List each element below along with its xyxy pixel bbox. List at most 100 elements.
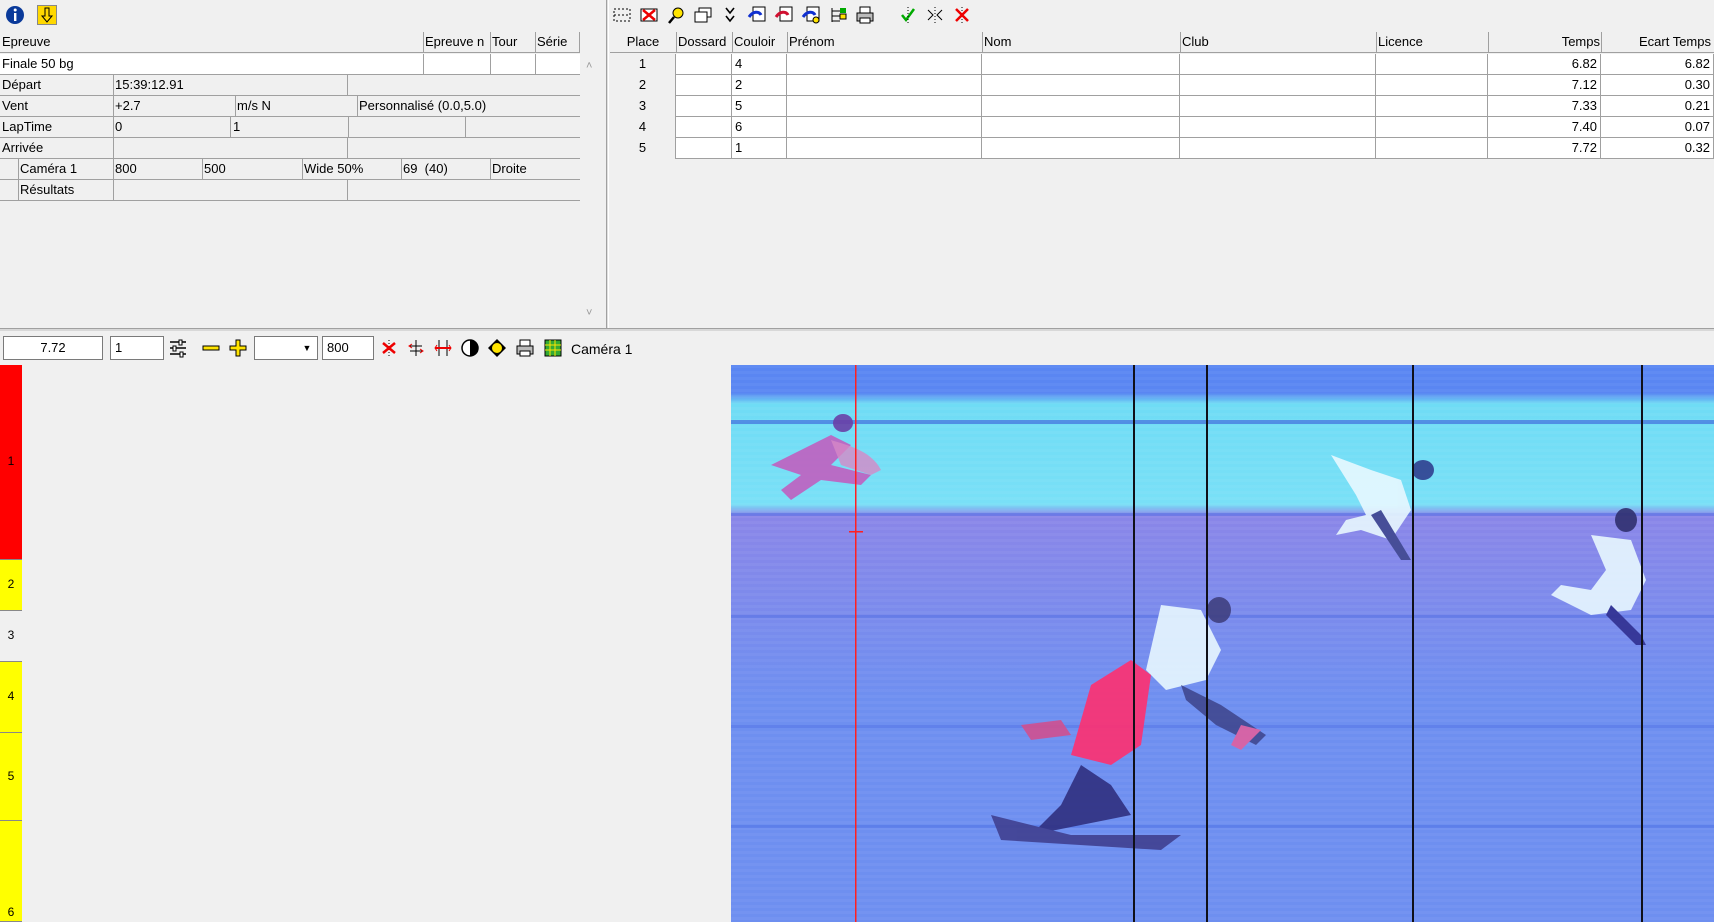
camera-row-label[interactable]: Caméra 1 [20, 161, 77, 176]
grid-table-icon[interactable] [541, 335, 565, 361]
cell-nom[interactable] [982, 117, 1180, 138]
photo-finish-image[interactable] [731, 365, 1714, 922]
cell-temps[interactable]: 7.72 [1488, 138, 1601, 159]
table-row[interactable]: 1 4 6.82 6.82 [610, 54, 1714, 75]
cell-nom[interactable] [982, 138, 1180, 159]
lane-marker-5[interactable]: 5 [0, 733, 22, 821]
download-arrow-icon[interactable] [35, 2, 59, 28]
cell-licence[interactable] [1376, 117, 1488, 138]
header-ecart-temps[interactable]: Ecart Temps [1603, 34, 1711, 49]
cell-place[interactable]: 2 [610, 75, 676, 96]
header-tour[interactable]: Tour [492, 34, 517, 49]
zoom-in-icon[interactable] [226, 335, 250, 361]
cell-nom[interactable] [982, 96, 1180, 117]
cell-prenom[interactable] [787, 96, 982, 117]
cell-temps[interactable]: 7.12 [1488, 75, 1601, 96]
cell-couloir[interactable]: 2 [732, 75, 787, 96]
header-serie[interactable]: Série [537, 34, 567, 49]
cell-licence[interactable] [1376, 138, 1488, 159]
cell-place[interactable]: 5 [610, 138, 676, 159]
import-list-icon[interactable] [745, 2, 769, 28]
align-marker-icon[interactable] [404, 335, 428, 361]
wind-unit[interactable]: m/s N [237, 98, 271, 113]
cell-licence[interactable] [1376, 54, 1488, 75]
zoom-select[interactable]: ▼ [254, 336, 318, 360]
header-epreuve[interactable]: Epreuve [2, 34, 50, 49]
header-place[interactable]: Place [610, 34, 676, 49]
cell-ecart[interactable]: 0.32 [1601, 138, 1714, 159]
header-temps[interactable]: Temps [1490, 34, 1600, 49]
lane-marker-1[interactable]: 1 [0, 365, 22, 560]
vertical-splitter[interactable] [606, 0, 609, 328]
header-club[interactable]: Club [1182, 34, 1209, 49]
cell-ecart[interactable]: 6.82 [1601, 54, 1714, 75]
cell-nom[interactable] [982, 75, 1180, 96]
camera-direction[interactable]: Droite [492, 161, 527, 176]
info-icon[interactable] [3, 2, 27, 28]
delete-table-icon[interactable] [637, 2, 661, 28]
results-row-label[interactable]: Résultats [20, 182, 74, 197]
tree-view-icon[interactable] [826, 2, 850, 28]
lane-marker-3[interactable]: 3 [0, 611, 22, 662]
cell-couloir[interactable]: 6 [732, 117, 787, 138]
laptime-value-1[interactable]: 1 [233, 119, 240, 134]
event-name[interactable]: Finale 50 bg [2, 56, 74, 71]
cell-prenom[interactable] [787, 54, 982, 75]
clear-marker-icon[interactable] [377, 335, 401, 361]
header-nom[interactable]: Nom [984, 34, 1011, 49]
scroll-up-icon[interactable]: ˄ [586, 60, 592, 72]
cell-prenom[interactable] [787, 75, 982, 96]
lane-marker-4[interactable]: 4 [0, 662, 22, 733]
density-field[interactable]: 800 [322, 336, 374, 360]
cell-dossard[interactable] [676, 96, 732, 117]
camera-angle[interactable]: 69 (40) [403, 161, 448, 176]
table-row[interactable]: 3 5 7.33 0.21 [610, 96, 1714, 117]
header-dossard[interactable]: Dossard [678, 34, 726, 49]
lane-marker-2[interactable]: 2 [0, 560, 22, 611]
cell-place[interactable]: 4 [610, 117, 676, 138]
event-scrollbar[interactable]: ˄ ˅ [582, 54, 599, 328]
cell-prenom[interactable] [787, 138, 982, 159]
chevron-down-icon[interactable]: ▼ [298, 338, 316, 358]
time-display[interactable]: 7.72 [3, 336, 103, 360]
cell-nom[interactable] [982, 54, 1180, 75]
scroll-down-icon[interactable]: ˅ [586, 307, 592, 319]
print-photo-icon[interactable] [513, 335, 537, 361]
transfer-list-icon[interactable] [799, 2, 823, 28]
cell-couloir[interactable]: 4 [732, 54, 787, 75]
cell-ecart[interactable]: 0.30 [1601, 75, 1714, 96]
cell-dossard[interactable] [676, 117, 732, 138]
laptime-value-0[interactable]: 0 [115, 119, 122, 134]
lane-marker-6[interactable]: 6 [0, 821, 22, 922]
depart-time[interactable]: 15:39:12.91 [115, 77, 184, 92]
header-epreuve-n[interactable]: Epreuve n [425, 34, 489, 49]
horizontal-splitter[interactable] [0, 328, 1714, 331]
brightness-icon[interactable] [485, 335, 509, 361]
export-list-icon[interactable] [772, 2, 796, 28]
cell-dossard[interactable] [676, 138, 732, 159]
camera-zoom[interactable]: Wide 50% [304, 161, 363, 176]
cell-temps[interactable]: 7.33 [1488, 96, 1601, 117]
header-licence[interactable]: Licence [1378, 34, 1423, 49]
cell-dossard[interactable] [676, 75, 732, 96]
table-row[interactable]: 2 2 7.12 0.30 [610, 75, 1714, 96]
zoom-out-icon[interactable] [199, 335, 223, 361]
cell-club[interactable] [1180, 117, 1376, 138]
camera-param[interactable]: 500 [204, 161, 226, 176]
table-row[interactable]: 4 6 7.40 0.07 [610, 117, 1714, 138]
lane-number-field[interactable]: 1 [110, 336, 164, 360]
print-icon[interactable] [853, 2, 877, 28]
cell-prenom[interactable] [787, 117, 982, 138]
split-marker-icon[interactable] [923, 2, 947, 28]
copy-windows-icon[interactable] [691, 2, 715, 28]
cell-couloir[interactable]: 1 [732, 138, 787, 159]
cell-licence[interactable] [1376, 96, 1488, 117]
cell-club[interactable] [1180, 75, 1376, 96]
cell-ecart[interactable]: 0.21 [1601, 96, 1714, 117]
cell-temps[interactable]: 6.82 [1488, 54, 1601, 75]
camera-density[interactable]: 800 [115, 161, 137, 176]
contrast-icon[interactable] [458, 335, 482, 361]
grid-dots-icon[interactable] [610, 2, 634, 28]
table-row[interactable]: 5 1 7.72 0.32 [610, 138, 1714, 159]
cell-dossard[interactable] [676, 54, 732, 75]
